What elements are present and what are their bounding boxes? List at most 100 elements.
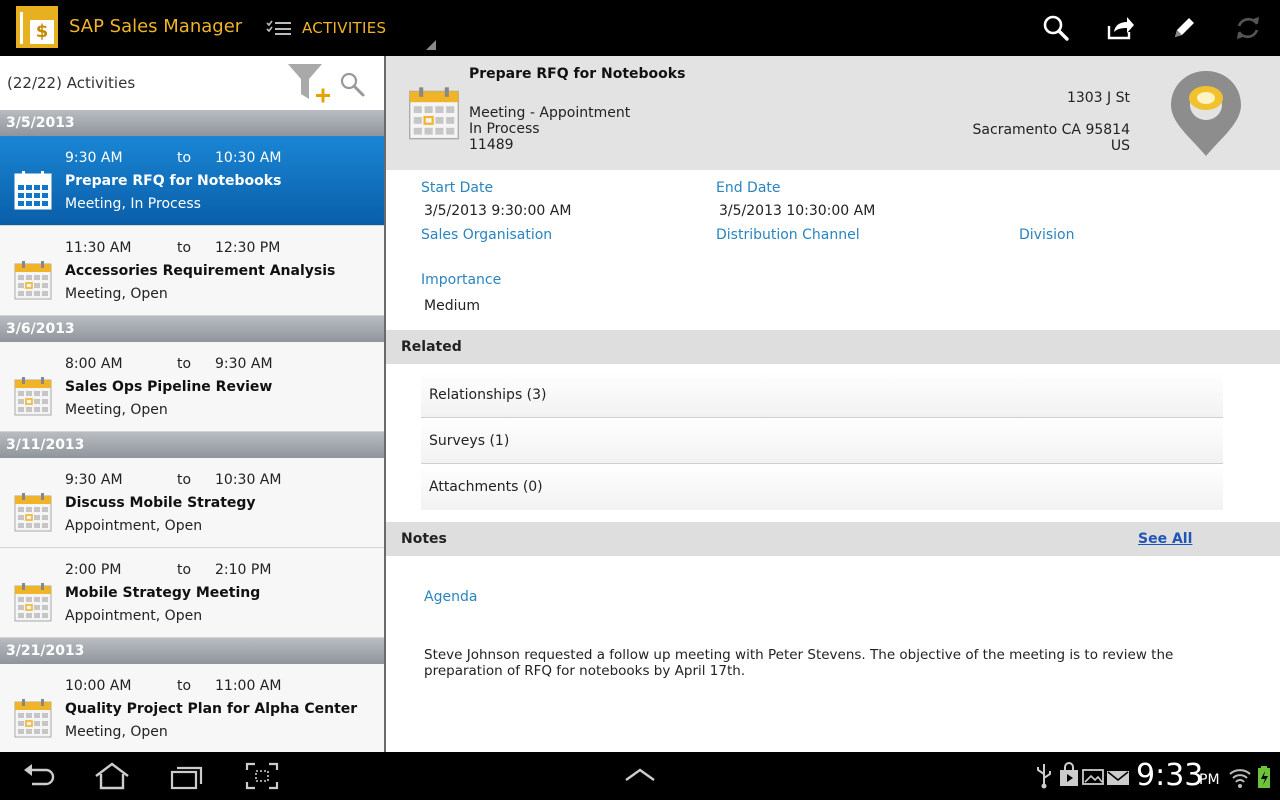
note-title[interactable]: Agenda [424,589,477,605]
map-pin-icon[interactable] [1166,68,1246,158]
related-header-label: Related [401,339,462,355]
end-time: 2:10 PM [215,562,272,578]
activity-title: Discuss Mobile Strategy [65,495,256,511]
activities-nav-dropdown[interactable]: ACTIVITIES [262,8,438,50]
calendar-icon [14,377,52,416]
activity-subtitle: Appointment, Open [65,608,203,624]
end-time: 12:30 PM [215,240,281,256]
recent-apps-icon[interactable] [168,762,206,790]
activity-row[interactable]: 10:00 AM to 11:00 AM Quality Project Pla… [0,664,384,752]
detail-type: Meeting - Appointment [469,105,631,121]
screenshot-icon[interactable] [244,762,280,790]
related-item-relationships[interactable]: Relationships (3) [421,372,1223,418]
related-item-label: Relationships (3) [429,387,547,403]
related-item-label: Attachments (0) [429,479,543,495]
start-time: 9:30 AM [65,150,123,166]
date-group-header: 3/21/2013 [0,638,384,664]
action-bar: $ SAP Sales Manager ACTIVITIES [0,0,1280,56]
clock-time[interactable]: 9:33 [1136,758,1203,793]
importance-value: Medium [424,298,480,314]
address-country: US [1110,138,1130,154]
calendar-icon [409,87,459,140]
activity-title: Prepare RFQ for Notebooks [65,173,282,189]
distribution-channel-label: Distribution Channel [716,227,860,243]
end-date-value: 3/5/2013 10:30:00 AM [719,203,876,219]
calendar-icon [14,583,52,622]
end-time: 9:30 AM [215,356,273,372]
checklist-icon [266,20,291,35]
activity-title: Mobile Strategy Meeting [65,585,261,601]
end-time: 10:30 AM [215,472,282,488]
time-separator: to [177,356,192,372]
date-group-header: 3/11/2013 [0,432,384,458]
time-separator: to [177,240,192,256]
start-date-label: Start Date [421,180,494,196]
address-street: 1303 J St [1066,90,1130,106]
related-section-header: Related [386,330,1280,364]
calendar-icon [14,171,52,210]
gallery-icon [1082,769,1104,785]
app-logo-icon[interactable]: $ [16,6,58,48]
address-city: Sacramento CA 95814 [972,122,1130,138]
usb-icon [1037,764,1051,789]
date-group-header: 3/6/2013 [0,316,384,342]
activity-subtitle: Meeting, Open [65,402,168,418]
note-body: Steve Johnson requested a follow up meet… [424,647,1174,679]
calendar-icon [14,493,52,532]
calendar-icon [14,261,52,300]
chevron-up-icon[interactable] [622,762,658,790]
start-time: 2:00 PM [65,562,122,578]
activity-subtitle: Meeting, In Process [65,196,201,212]
start-time: 8:00 AM [65,356,123,372]
refresh-icon[interactable] [1232,12,1264,44]
end-date-label: End Date [716,180,781,196]
notes-section-header: Notes See All [386,522,1280,556]
activity-row[interactable]: 11:30 AM to 12:30 PM Accessories Require… [0,226,384,316]
activity-title: Quality Project Plan for Alpha Center [65,701,358,717]
sales-org-label: Sales Organisation [421,227,553,243]
time-separator: to [177,678,192,694]
activity-detail-panel: Prepare RFQ for Notebooks Meeting - Appo… [386,56,1280,752]
related-item-attachments[interactable]: Attachments (0) [421,464,1223,510]
activities-list-panel: (22/22) Activities 3/5/2013 9:30 AM to 1… [0,56,384,752]
activity-subtitle: Meeting, Open [65,724,168,740]
activity-subtitle: Meeting, Open [65,286,168,302]
importance-label: Importance [421,272,502,288]
wifi-icon [1229,769,1251,788]
end-time: 11:00 AM [215,678,282,694]
battery-charging-icon [1258,766,1270,788]
start-date-value: 3/5/2013 9:30:00 AM [424,203,572,219]
edit-pencil-icon[interactable] [1168,12,1200,44]
activity-title: Accessories Requirement Analysis [65,263,336,279]
back-icon[interactable] [20,762,56,790]
start-time: 10:00 AM [65,678,132,694]
detail-status: In Process [469,121,540,137]
mail-icon [1107,771,1129,785]
add-filter-icon[interactable] [286,60,332,106]
start-time: 9:30 AM [65,472,123,488]
home-icon[interactable] [92,762,132,790]
app-title[interactable]: SAP Sales Manager [69,16,242,37]
clock-ampm: PM [1199,772,1220,788]
end-time: 10:30 AM [215,150,282,166]
see-all-link[interactable]: See All [1138,531,1192,547]
activity-row[interactable]: 2:00 PM to 2:10 PM Mobile Strategy Meeti… [0,548,384,638]
list-header: (22/22) Activities [0,56,384,110]
detail-header: Prepare RFQ for Notebooks Meeting - Appo… [386,56,1280,170]
activity-title: Sales Ops Pipeline Review [65,379,273,395]
calendar-icon [14,699,52,738]
section-label: ACTIVITIES [302,19,387,37]
activity-row[interactable]: 9:30 AM to 10:30 AM Discuss Mobile Strat… [0,458,384,548]
share-icon[interactable] [1104,12,1136,44]
date-group-header: 3/5/2013 [0,110,384,136]
list-search-icon[interactable] [338,70,366,98]
activity-row[interactable]: 9:30 AM to 10:30 AM Prepare RFQ for Note… [0,136,384,226]
activities-count: (22/22) Activities [7,74,136,92]
activity-row[interactable]: 8:00 AM to 9:30 AM Sales Ops Pipeline Re… [0,342,384,432]
start-time: 11:30 AM [65,240,132,256]
time-separator: to [177,472,192,488]
related-item-surveys[interactable]: Surveys (1) [421,418,1223,464]
time-separator: to [177,150,192,166]
detail-title: Prepare RFQ for Notebooks [469,66,686,82]
search-icon[interactable] [1040,12,1072,44]
